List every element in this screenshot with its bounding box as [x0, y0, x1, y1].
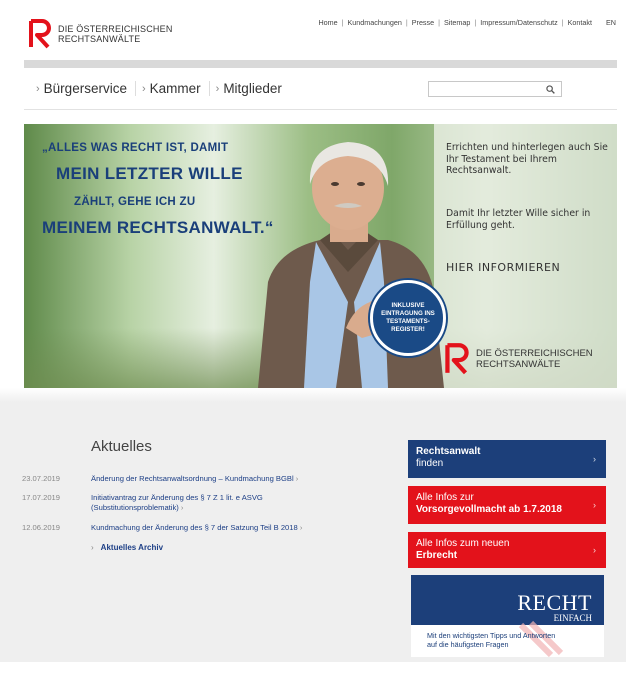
- separator: |: [438, 18, 440, 27]
- nav-item-label: Mitglieder: [223, 81, 282, 96]
- search-input[interactable]: [428, 81, 562, 97]
- cta-line2: Vorsorgevollmacht ab 1.7.2018: [416, 504, 562, 515]
- logo-text: DIE ÖSTERREICHISCHEN RECHTSANWÄLTE: [58, 24, 173, 44]
- search-icon[interactable]: [546, 84, 555, 94]
- hero-slogan-line2: MEIN LETZTER WILLE: [56, 164, 243, 183]
- news-title-link[interactable]: Kundmachung der Änderung des § 7 der Sat…: [91, 523, 351, 533]
- news-title-link[interactable]: Änderung der Rechtsanwaltsordnung – Kund…: [91, 474, 351, 484]
- hero-text-2: Damit Ihr letzter Wille sicher in Erfüll…: [446, 208, 591, 231]
- logo-line1: DIE ÖSTERREICHISCHEN: [58, 24, 173, 34]
- recht-einfach-description: Mit den wichtigsten Tipps und Antworten …: [427, 631, 555, 649]
- news-title-text: Änderung der Rechtsanwaltsordnung – Kund…: [91, 474, 294, 483]
- archive-label: Aktuelles Archiv: [100, 543, 164, 552]
- chevron-right-icon: ›: [299, 523, 303, 532]
- hero-banner[interactable]: „ALLES WAS RECHT IST, DAMIT MEIN LETZTER…: [24, 124, 617, 388]
- logo-mark-icon: [445, 343, 469, 375]
- recht-desc-line1: Mit den wichtigsten Tipps und Antworten: [427, 631, 556, 640]
- topnav-kundmachungen[interactable]: Kundmachungen: [348, 18, 402, 27]
- hero-logo: DIE ÖSTERREICHISCHEN RECHTSANWÄLTE: [444, 342, 593, 376]
- chevron-right-icon: ›: [141, 82, 146, 95]
- chevron-right-icon: ›: [36, 82, 40, 95]
- rechtsanwalt-finden-button[interactable]: Rechtsanwalt finden ›: [408, 440, 606, 478]
- topnav-home[interactable]: Home: [318, 18, 337, 27]
- nav-item-mitglieder[interactable]: › Mitglieder: [208, 81, 290, 96]
- aktuelles-heading: Aktuelles: [91, 438, 152, 455]
- main-nav: › Bürgerservice › Kammer › Mitglieder: [24, 68, 617, 110]
- cta-line2: finden: [416, 458, 444, 469]
- news-date: 17.07.2019: [22, 493, 61, 502]
- topnav-kontakt[interactable]: Kontakt: [568, 18, 592, 27]
- topnav-impressum[interactable]: Impressum/Datenschutz: [480, 18, 558, 27]
- logo-mark-icon: [29, 19, 51, 49]
- hero-logo-line2: RECHTSANWÄLTE: [476, 359, 561, 370]
- chevron-right-icon: ›: [180, 502, 184, 512]
- vorsorgevollmacht-button[interactable]: Alle Infos zur Vorsorgevollmacht ab 1.7.…: [408, 486, 606, 524]
- nav-item-buergerservice[interactable]: › Bürgerservice: [36, 81, 135, 96]
- top-nav: Home | Kundmachungen | Presse | Sitemap | Im…: [318, 18, 616, 27]
- nav-item-label: Bürgerservice: [43, 81, 127, 96]
- logo-line2: RECHTSANWÄLTE: [58, 34, 141, 44]
- recht-einfach-subtitle: EINFACH: [553, 613, 592, 623]
- topnav-presse[interactable]: Presse: [412, 18, 434, 27]
- language-switch-en[interactable]: EN: [606, 18, 616, 27]
- chevron-right-icon: ›: [91, 543, 94, 552]
- news-title-text: Kundmachung der Änderung des § 7 der Sat…: [91, 523, 298, 532]
- news-date: 12.06.2019: [22, 523, 61, 532]
- hero-logo-line1: DIE ÖSTERREICHISCHEN: [476, 348, 593, 359]
- separator: |: [405, 18, 408, 27]
- recht-einfach-teaser[interactable]: RECHT EINFACH Mit den wichtigsten Tipps …: [411, 575, 604, 657]
- testament-register-badge: INKLUSIVE EINTRAGUNG INS TESTAMENTS-REGI…: [370, 280, 446, 356]
- separator: |: [474, 18, 477, 27]
- separator: |: [561, 18, 564, 27]
- cta-line1: Rechtsanwalt: [416, 446, 481, 457]
- chevron-right-icon: ›: [593, 545, 596, 555]
- aktuelles-archive-link[interactable]: › Aktuelles Archiv: [91, 543, 163, 552]
- chevron-right-icon: ›: [593, 454, 596, 464]
- site-logo[interactable]: DIE ÖSTERREICHISCHEN RECHTSANWÄLTE: [28, 18, 173, 50]
- chevron-right-icon: ›: [295, 474, 299, 483]
- nav-item-label: Kammer: [149, 81, 201, 96]
- topnav-sitemap[interactable]: Sitemap: [444, 18, 470, 27]
- news-date: 23.07.2019: [22, 474, 61, 483]
- nav-item-kammer[interactable]: › Kammer: [134, 81, 209, 96]
- hero-cta-link[interactable]: HIER INFORMIEREN: [446, 262, 560, 274]
- hero-text-1: Errichten und hinterlegen auch Sie Ihr T…: [446, 142, 608, 176]
- nav-top-bar: [24, 60, 617, 68]
- chevron-right-icon: ›: [593, 500, 596, 510]
- section-fade: [0, 388, 626, 402]
- hero-slogan-line1: „ALLES WAS RECHT IST, DAMIT: [42, 142, 229, 154]
- news-title-link[interactable]: Initiativantrag zur Änderung des § 7 Z 1…: [91, 493, 351, 512]
- cta-line1: Alle Infos zum neuen: [416, 538, 510, 549]
- hero-slogan-line3: ZÄHLT, GEHE ICH ZU: [74, 196, 196, 208]
- news-title-text: Initiativantrag zur Änderung des § 7 Z 1…: [91, 493, 263, 512]
- cta-line2: Erbrecht: [416, 550, 458, 561]
- hero-logo-text: DIE ÖSTERREICHISCHEN RECHTSANWÄLTE: [476, 348, 593, 370]
- separator: |: [341, 18, 344, 27]
- chevron-right-icon: ›: [215, 82, 220, 95]
- recht-desc-line2: auf die häufigsten Fragen: [427, 640, 509, 649]
- cta-line1: Alle Infos zur: [416, 492, 474, 503]
- erbrecht-button[interactable]: Alle Infos zum neuen Erbrecht ›: [408, 532, 606, 568]
